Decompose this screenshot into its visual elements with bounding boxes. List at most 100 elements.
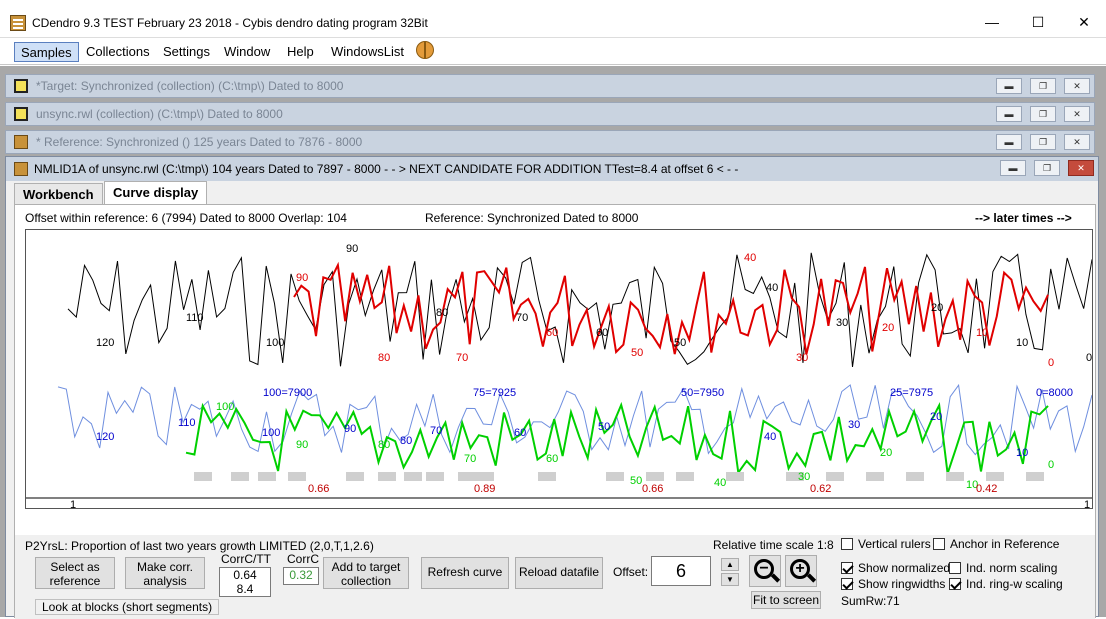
curve-chart[interactable]: 120 110 100 90 80 70 60 50 40 30 20 10 0 90 80 70 60 50 40…: [25, 229, 1093, 511]
control-area: P2YrsL: Proportion of last two years gro…: [15, 535, 1095, 619]
close-button[interactable]: ✕: [1064, 106, 1090, 122]
scale-start-label: 1: [70, 499, 76, 508]
year-mark-label: 50=7950: [681, 387, 724, 399]
checkbox-box[interactable]: [949, 578, 961, 590]
mdi-area: *Target: Synchronized (collection) (C:\t…: [0, 66, 1106, 619]
checkbox-label: Vertical rulers: [858, 537, 931, 551]
tt-value: 8.4: [236, 582, 254, 596]
block-segment: [946, 472, 964, 481]
sample-normalized-label: 70: [464, 453, 476, 465]
mdi-window-unsync[interactable]: unsync.rwl (collection) (C:\tmp\) Dated …: [5, 102, 1095, 126]
minimize-button[interactable]: ▬: [996, 134, 1022, 150]
block-segment: [826, 472, 844, 481]
show-ringwidths-checkbox[interactable]: Show ringwidths: [841, 577, 945, 591]
select-reference-button[interactable]: Select as reference: [35, 557, 115, 589]
block-segment: [906, 472, 924, 481]
mdi-window-reference[interactable]: * Reference: Synchronized () 125 years D…: [5, 130, 1095, 154]
block-segment: [346, 472, 364, 481]
ind-norm-scaling-checkbox[interactable]: Ind. norm scaling: [949, 561, 1057, 575]
globe-icon[interactable]: [416, 41, 434, 59]
ref-normalized-label: 110: [178, 417, 196, 429]
sample-value-label: 90: [296, 272, 308, 284]
mdi-window-target[interactable]: *Target: Synchronized (collection) (C:\t…: [5, 74, 1095, 98]
ref-value-label: 100: [266, 337, 284, 349]
sample-value-label: 70: [456, 352, 468, 364]
zoom-out-button[interactable]: −: [749, 555, 781, 587]
refresh-curve-button[interactable]: Refresh curve: [421, 557, 509, 589]
close-button[interactable]: ✕: [1064, 134, 1090, 150]
vertical-rulers-checkbox[interactable]: Vertical rulers: [841, 537, 931, 551]
menu-collections[interactable]: Collections: [80, 42, 156, 62]
sample-normalized-label: 100: [216, 401, 234, 413]
add-to-target-button[interactable]: Add to target collection: [323, 557, 409, 589]
make-corr-analysis-button[interactable]: Make corr. analysis: [125, 557, 205, 589]
ref-normalized-label: 30: [848, 419, 860, 431]
corrc-tt-label: CorrC/TT: [221, 552, 271, 566]
block-segment: [231, 472, 249, 481]
sample-normalized-label: 40: [714, 477, 726, 489]
tab-workbench[interactable]: Workbench: [14, 183, 103, 205]
tab-curve-display[interactable]: Curve display: [104, 181, 208, 206]
minimize-button[interactable]: ▬: [1000, 160, 1026, 176]
corr-tt-box: 0.64 8.4: [219, 567, 271, 597]
minimize-button[interactable]: ▬: [996, 106, 1022, 122]
menu-window[interactable]: Window: [218, 42, 276, 62]
checkbox-box[interactable]: [841, 578, 853, 590]
offset-info: Offset within reference: 6 (7994) Dated …: [25, 211, 347, 225]
checkbox-box[interactable]: [841, 562, 853, 574]
zoom-in-button[interactable]: +: [785, 555, 817, 587]
restore-button[interactable]: ❐: [1030, 134, 1056, 150]
sample-normalized-label: 90: [296, 439, 308, 451]
block-segment: [258, 472, 276, 481]
ref-value-label: 80: [436, 307, 448, 319]
minimize-button[interactable]: —: [982, 14, 1002, 30]
ref-value-label: 50: [674, 337, 686, 349]
checkbox-label: Show normalized: [858, 561, 951, 575]
block-segment: [458, 472, 476, 481]
p2yrsl-label: P2YrsL: Proportion of last two years gro…: [25, 539, 374, 553]
sample-value-label: 50: [631, 347, 643, 359]
restore-button[interactable]: ❐: [1030, 106, 1056, 122]
reload-datafile-button[interactable]: Reload datafile: [515, 557, 603, 589]
block-segment: [866, 472, 884, 481]
restore-button[interactable]: ❐: [1030, 78, 1056, 94]
block-segment: [726, 472, 744, 481]
ref-normalized-label: 40: [764, 431, 776, 443]
show-normalized-checkbox[interactable]: Show normalized: [841, 561, 950, 575]
corr-value: 0.64: [233, 568, 257, 582]
ref-value-label: 110: [186, 312, 204, 324]
block-segment: [378, 472, 396, 481]
later-times-button[interactable]: --> later times -->: [975, 211, 1072, 225]
title-bar: CDendro 9.3 TEST February 23 2018 - Cybi…: [0, 6, 1106, 38]
minimize-button[interactable]: ▬: [996, 78, 1022, 94]
ref-value-label: 120: [96, 337, 114, 349]
curve-chart-svg: 1201101009080 7060504030201009080 70605040…: [26, 243, 1093, 511]
offset-up-button[interactable]: ▲: [721, 558, 739, 571]
menu-windowslist[interactable]: WindowsList: [325, 42, 410, 62]
maximize-button[interactable]: ☐: [1028, 14, 1048, 30]
fit-to-screen-button[interactable]: Fit to screen: [751, 591, 821, 609]
close-button[interactable]: ✕: [1068, 160, 1094, 176]
ind-ringw-scaling-checkbox[interactable]: Ind. ring-w scaling: [949, 577, 1063, 591]
checkbox-box[interactable]: [933, 538, 945, 550]
block-correlation-label: 0.89: [474, 483, 495, 495]
checkbox-box[interactable]: [841, 538, 853, 550]
sample-value-label: 0: [1048, 357, 1054, 369]
close-button[interactable]: ✕: [1074, 14, 1094, 30]
checkbox-label: Ind. norm scaling: [966, 561, 1058, 575]
close-button[interactable]: ✕: [1064, 78, 1090, 94]
menu-samples[interactable]: Samples: [14, 42, 79, 62]
blocks-group-label: Look at blocks (short segments): [35, 599, 220, 615]
checkbox-box[interactable]: [949, 562, 961, 574]
menu-help[interactable]: Help: [281, 42, 320, 62]
block-correlation-label: 0.42: [976, 483, 997, 495]
block-segment: [426, 472, 444, 481]
offset-input[interactable]: 6: [651, 556, 711, 586]
restore-button[interactable]: ❐: [1034, 160, 1060, 176]
menu-settings[interactable]: Settings: [157, 42, 216, 62]
corrc-value: 0.32: [283, 567, 319, 585]
mdi-window-title: * Reference: Synchronized () 125 years D…: [36, 135, 363, 149]
offset-down-button[interactable]: ▼: [721, 573, 739, 586]
yellow-square-icon: [14, 79, 28, 93]
anchor-reference-checkbox[interactable]: Anchor in Reference: [933, 537, 1059, 551]
